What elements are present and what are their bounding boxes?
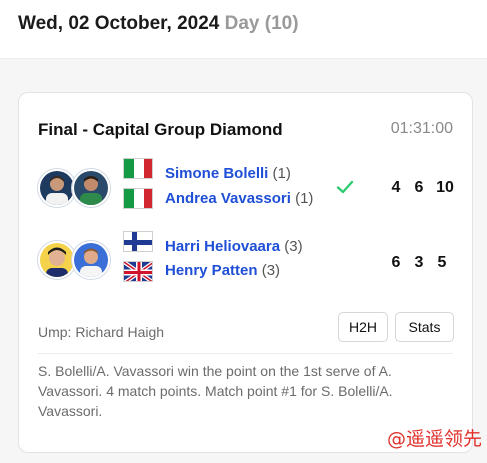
h2h-button[interactable]: H2H [338, 312, 388, 342]
match-card[interactable]: Final - Capital Group Diamond 01:31:00 S… [18, 92, 473, 453]
player-row-patten[interactable]: Henry Patten (3) [165, 262, 280, 279]
player-avatar-vavassori [72, 169, 110, 207]
uk-flag-icon [123, 261, 153, 282]
player-seed: (3) [261, 262, 281, 279]
match-title: Final - Capital Group Diamond [38, 120, 283, 139]
day-text: Day (10) [224, 13, 299, 34]
player-name[interactable]: Harri Heliovaara [165, 238, 280, 255]
stats-button[interactable]: Stats [395, 312, 454, 342]
player-row-vavassori[interactable]: Andrea Vavassori (1) [165, 190, 313, 207]
date-header: Wed, 02 October, 2024 Day (10) [0, 0, 487, 59]
set-score: 6 [414, 179, 424, 196]
date-label: Wed, 02 October, 2024 Day (10) [18, 13, 299, 35]
player-avatar-patten [72, 241, 110, 279]
watermark: @遥遥领先 [386, 428, 482, 450]
set-score: 10 [436, 179, 454, 196]
date-text: Wed, 02 October, 2024 [18, 13, 220, 34]
player-name[interactable]: Henry Patten [165, 262, 258, 279]
player-avatar-heliovaara [38, 241, 76, 279]
player-name[interactable]: Simone Bolelli [165, 165, 268, 182]
set-score: 3 [414, 254, 424, 271]
divider [38, 353, 453, 354]
player-row-heliovaara[interactable]: Harri Heliovaara (3) [165, 238, 303, 255]
player-row-bolelli[interactable]: Simone Bolelli (1) [165, 165, 291, 182]
italy-flag-icon [123, 158, 153, 179]
set-score: 5 [437, 254, 447, 271]
point-commentary: S. Bolelli/A. Vavassori win the point on… [38, 363, 393, 419]
player-seed: (3) [284, 238, 303, 255]
player-seed: (1) [295, 190, 314, 207]
match-duration: 01:31:00 [390, 120, 453, 137]
player-avatar-bolelli [38, 169, 76, 207]
winner-check-icon [336, 180, 354, 194]
finland-flag-icon [123, 231, 153, 252]
set-score: 4 [391, 179, 401, 196]
italy-flag-icon [123, 188, 153, 209]
player-name[interactable]: Andrea Vavassori [165, 190, 291, 207]
set-score: 6 [391, 254, 401, 271]
umpire-label: Ump: Richard Haigh [38, 324, 165, 340]
player-seed: (1) [272, 165, 291, 182]
